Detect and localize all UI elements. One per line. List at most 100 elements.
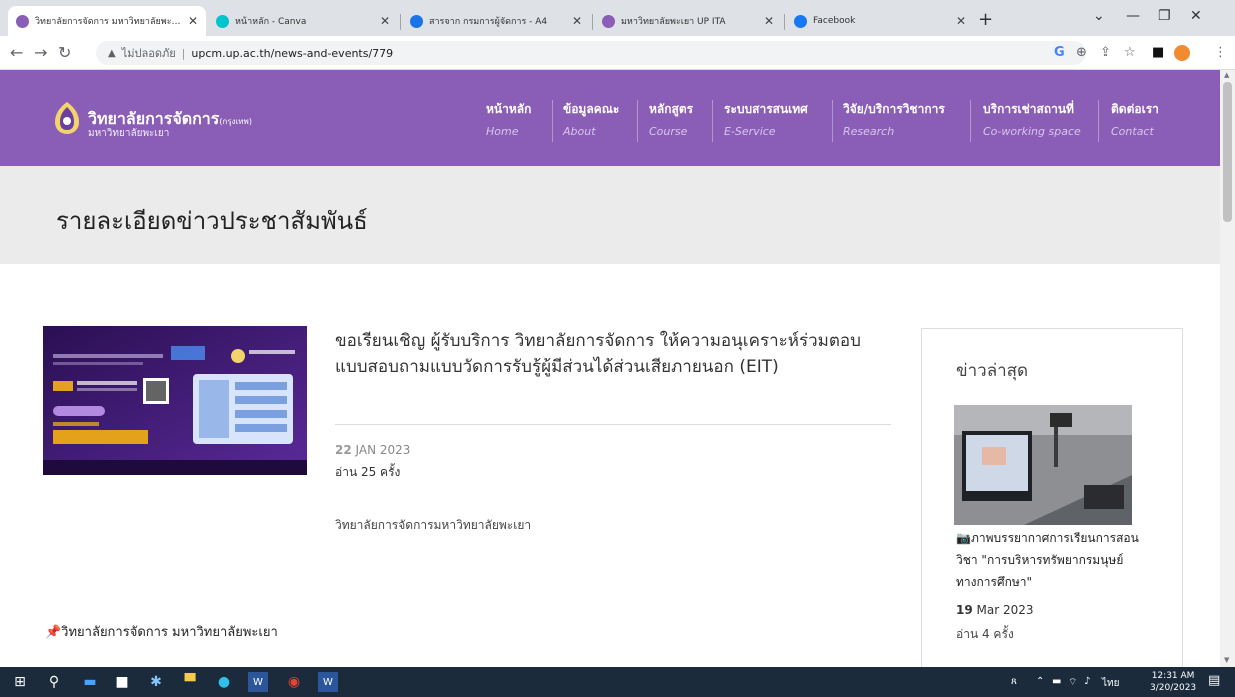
latest-news-panel: ข่าวล่าสุด 📷ภาพบรรยากาศการเรียนการสอนวิช… bbox=[921, 328, 1183, 667]
latest-news-view-count: อ่าน 4 ครั้ง bbox=[956, 627, 1014, 641]
tab-upcm[interactable]: วิทยาลัยการจัดการ มหาวิทยาลัยพะเยา ✕ bbox=[8, 6, 206, 36]
close-icon[interactable]: ✕ bbox=[764, 14, 774, 28]
word-icon[interactable]: W bbox=[318, 672, 338, 692]
nav-course[interactable]: หลักสูตร Course bbox=[649, 100, 693, 138]
nav-sublabel: Co-working space bbox=[983, 125, 1081, 138]
tab-docs[interactable]: สารจาก กรมการผู้จัดการ - A4 ✕ bbox=[402, 6, 590, 36]
reload-icon[interactable]: ↻ bbox=[58, 43, 71, 62]
poster-image bbox=[43, 326, 307, 475]
date-month-year: Mar 2023 bbox=[976, 603, 1034, 617]
tab-title: มหาวิทยาลัยพะเยา UP ITA bbox=[621, 17, 726, 27]
docs-favicon-icon bbox=[410, 14, 423, 28]
task-view-icon[interactable]: ▬ bbox=[80, 672, 100, 692]
tab-facebook[interactable]: Facebook ✕ bbox=[786, 6, 974, 36]
clock-time: 12:31 AM bbox=[1151, 671, 1195, 681]
page-scrollbar[interactable]: ▲ ▼ bbox=[1220, 70, 1235, 667]
article-pinned-line: 📌วิทยาลัยการจัดการ มหาวิทยาลัยพะเยา bbox=[45, 625, 278, 640]
nav-sublabel: Home bbox=[486, 125, 519, 138]
input-language[interactable]: ไทย bbox=[1102, 676, 1119, 691]
nav-label: หลักสูตร bbox=[649, 102, 694, 116]
nav-divider bbox=[552, 100, 553, 142]
side-panel-icon[interactable]: ■ bbox=[1152, 45, 1164, 60]
logo-title-suffix: (กรุงเทพ) bbox=[219, 117, 252, 126]
wifi-icon[interactable]: ⌔ bbox=[1068, 676, 1077, 689]
profile-avatar[interactable] bbox=[1174, 45, 1190, 61]
nav-e-service[interactable]: ระบบสารสนเทศ E-Service bbox=[724, 100, 808, 138]
latest-news-image[interactable] bbox=[954, 405, 1132, 525]
nav-label: ระบบสารสนเทศ bbox=[724, 102, 808, 116]
nav-label: ข้อมูลคณะ bbox=[563, 102, 620, 116]
windows-start-icon[interactable]: ⊞ bbox=[10, 672, 30, 692]
date-month-year: JAN 2023 bbox=[355, 443, 411, 457]
new-tab-button[interactable]: + bbox=[978, 9, 993, 30]
minimize-button[interactable]: — bbox=[1126, 8, 1140, 24]
article-body: วิทยาลัยการจัดการมหาวิทยาลัยพะเยา bbox=[335, 518, 532, 532]
canva-favicon-icon bbox=[216, 14, 229, 28]
settings-gear-icon[interactable]: ✱ bbox=[146, 672, 166, 692]
volume-icon[interactable]: ♪ bbox=[1084, 676, 1090, 687]
divider bbox=[335, 424, 891, 425]
zoom-icon[interactable]: ⊕ bbox=[1076, 45, 1087, 60]
nav-divider bbox=[1098, 100, 1099, 142]
tab-title: วิทยาลัยการจัดการ มหาวิทยาลัยพะเยา bbox=[35, 17, 182, 27]
not-secure-label: ไม่ปลอดภัย bbox=[121, 47, 176, 60]
close-icon[interactable]: ✕ bbox=[956, 14, 966, 28]
tab-up-ita[interactable]: มหาวิทยาลัยพะเยา UP ITA ✕ bbox=[594, 6, 782, 36]
close-icon[interactable]: ✕ bbox=[572, 14, 582, 28]
google-icon[interactable]: G bbox=[1054, 45, 1065, 60]
file-explorer-icon[interactable]: ▀ bbox=[180, 672, 200, 692]
nav-contact[interactable]: ติดต่อเรา Contact bbox=[1111, 100, 1159, 138]
facebook-favicon-icon bbox=[794, 14, 807, 28]
windows-taskbar: ⊞ ⚲ ▬ ■ ✱ ▀ ● W ◉ W ጸ ⌃ ▬ ⌔ ♪ ไทย 12:31 … bbox=[0, 667, 1235, 697]
nav-co-working[interactable]: บริการเช่าสถานที่ Co-working space bbox=[983, 100, 1081, 138]
nav-home[interactable]: หน้าหลัก Home bbox=[486, 100, 531, 138]
tab-title: Facebook bbox=[813, 16, 856, 26]
store-icon[interactable]: ■ bbox=[112, 672, 132, 692]
scroll-up-icon[interactable]: ▲ bbox=[1224, 71, 1229, 79]
close-icon[interactable]: ✕ bbox=[188, 14, 198, 28]
web-page: วิทยาลัยการจัดการ(กรุงเทพ) มหาวิทยาลัยพะ… bbox=[0, 70, 1220, 667]
share-icon[interactable]: ⇪ bbox=[1100, 45, 1111, 60]
nav-divider bbox=[832, 100, 833, 142]
article-thumbnail[interactable] bbox=[43, 326, 307, 475]
address-bar[interactable]: ▲ ไม่ปลอดภัย | upcm.up.ac.th/news-and-ev… bbox=[96, 41, 1086, 65]
notifications-icon[interactable]: ▤ bbox=[1208, 673, 1220, 688]
tab-canva[interactable]: หน้าหลัก - Canva ✕ bbox=[208, 6, 398, 36]
url-text: upcm.up.ac.th/news-and-events/779 bbox=[191, 46, 394, 60]
restore-button[interactable]: ❐ bbox=[1158, 8, 1171, 24]
scroll-down-icon[interactable]: ▼ bbox=[1224, 656, 1229, 664]
bookmark-star-icon[interactable]: ☆ bbox=[1124, 45, 1136, 60]
back-arrow-icon[interactable]: ← bbox=[10, 43, 23, 62]
forward-arrow-icon[interactable]: → bbox=[34, 43, 47, 62]
chevron-up-icon[interactable]: ⌃ bbox=[1036, 676, 1044, 687]
university-logo-icon[interactable] bbox=[53, 100, 81, 136]
nav-sublabel: Contact bbox=[1111, 125, 1154, 138]
classroom-photo bbox=[954, 405, 1132, 525]
tab-title: หน้าหลัก - Canva bbox=[235, 17, 307, 27]
word-icon[interactable]: W bbox=[248, 672, 268, 692]
battery-icon[interactable]: ▬ bbox=[1052, 676, 1061, 687]
nav-sublabel: Course bbox=[649, 125, 688, 138]
people-icon[interactable]: ጸ bbox=[1011, 676, 1017, 687]
nav-about[interactable]: ข้อมูลคณะ About bbox=[563, 100, 619, 138]
chrome-icon[interactable]: ◉ bbox=[284, 672, 304, 692]
close-icon[interactable]: ✕ bbox=[380, 14, 390, 28]
edge-browser-icon[interactable]: ● bbox=[214, 672, 234, 692]
system-clock[interactable]: 12:31 AM 3/20/2023 bbox=[1150, 670, 1196, 694]
nav-research[interactable]: วิจัย/บริการวิชาการ Research bbox=[843, 100, 945, 138]
close-window-button[interactable]: ✕ bbox=[1190, 8, 1202, 24]
scroll-thumb[interactable] bbox=[1223, 82, 1232, 222]
divider: | bbox=[181, 46, 186, 60]
menu-kebab-icon[interactable]: ⋮ bbox=[1214, 45, 1227, 60]
warning-icon: ▲ bbox=[108, 47, 116, 59]
article-date: 22 JAN 2023 bbox=[335, 443, 410, 457]
browser-tab-strip: วิทยาลัยการจัดการ มหาวิทยาลัยพะเยา ✕ หน้… bbox=[0, 0, 1235, 36]
nav-label: หน้าหลัก bbox=[486, 102, 532, 116]
search-icon[interactable]: ⚲ bbox=[44, 672, 64, 692]
nav-sublabel: E-Service bbox=[724, 125, 776, 138]
latest-news-caption[interactable]: 📷ภาพบรรยากาศการเรียนการสอนวิชา "การบริหา… bbox=[956, 527, 1156, 593]
tab-search-icon[interactable]: ⌄ bbox=[1093, 8, 1105, 24]
nav-divider bbox=[637, 100, 638, 142]
tab-divider bbox=[400, 14, 401, 30]
tab-divider bbox=[784, 14, 785, 30]
